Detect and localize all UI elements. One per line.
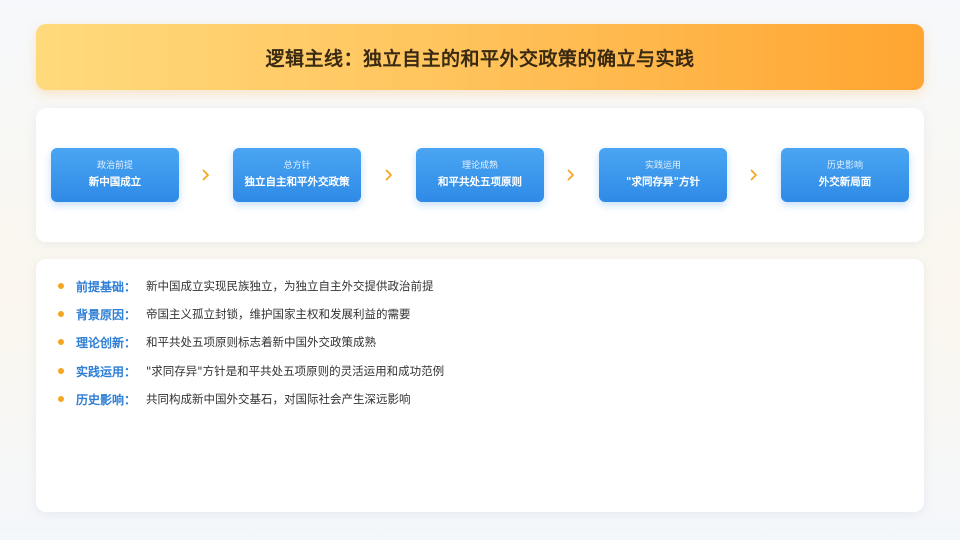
list-item: 理论创新： 和平共处五项原则标志着新中国外交政策成熟 (58, 332, 376, 352)
item-text: "求同存异"方针是和平共处五项原则的灵活运用和成功范例 (146, 364, 445, 378)
flow-card: 政治前提 新中国成立 总方针 独立自主和平外交政策 理论成熟 和平共处五项原则 … (36, 108, 924, 242)
chevron-right-icon (198, 166, 214, 184)
flow-step-historical-impact: 历史影响 外交新局面 (781, 148, 909, 202)
flow-step-theory-maturity: 理论成熟 和平共处五项原则 (416, 148, 544, 202)
bullet-dot-icon (58, 283, 64, 289)
title-banner: 逻辑主线：独立自主的和平外交政策的确立与实践 (36, 24, 924, 90)
list-item: 前提基础： 新中国成立实现民族独立，为独立自主外交提供政治前提 (58, 276, 434, 296)
item-label: 实践运用： (76, 364, 137, 379)
list-item: 背景原因： 帝国主义孤立封锁，维护国家主权和发展利益的需要 (58, 304, 411, 324)
flow-step-value: "求同存异"方针 (626, 176, 700, 188)
flow-step-political-premise: 政治前提 新中国成立 (51, 148, 179, 202)
item-label: 历史影响： (76, 392, 137, 407)
list-item: 历史影响： 共同构成新中国外交基石，对国际社会产生深远影响 (58, 389, 411, 409)
item-label: 理论创新： (76, 335, 137, 350)
flow-step-value: 外交新局面 (818, 176, 872, 188)
chevron-right-icon (563, 166, 579, 184)
item-text: 帝国主义孤立封锁，维护国家主权和发展利益的需要 (146, 307, 411, 321)
flow-step-value: 新中国成立 (88, 176, 142, 188)
flow-step-general-policy: 总方针 独立自主和平外交政策 (233, 148, 361, 202)
item-text: 新中国成立实现民族独立，为独立自主外交提供政治前提 (146, 279, 434, 293)
flow-step-value: 独立自主和平外交政策 (244, 176, 350, 188)
flow-step-label: 理论成熟 (461, 161, 498, 171)
flow-step-label: 实践运用 (644, 161, 681, 171)
flow-step-label: 总方针 (283, 161, 311, 171)
item-label: 背景原因： (76, 307, 137, 322)
chevron-right-icon (381, 166, 397, 184)
item-text: 和平共处五项原则标志着新中国外交政策成熟 (146, 335, 377, 349)
flow-step-label: 政治前提 (96, 161, 133, 171)
bullet-dot-icon (58, 311, 64, 317)
list-item: 实践运用： "求同存异"方针是和平共处五项原则的灵活运用和成功范例 (58, 361, 444, 381)
item-text: 共同构成新中国外交基石，对国际社会产生深远影响 (146, 392, 411, 406)
bullet-dot-icon (58, 396, 64, 402)
flow-step-label: 历史影响 (826, 161, 863, 171)
page-title: 逻辑主线：独立自主的和平外交政策的确立与实践 (265, 47, 695, 70)
item-label: 前提基础： (76, 279, 137, 294)
chevron-right-icon (746, 166, 762, 184)
bullet-dot-icon (58, 368, 64, 374)
flow-step-value: 和平共处五项原则 (438, 176, 522, 188)
bullet-dot-icon (58, 339, 64, 345)
key-points-card: 前提基础： 新中国成立实现民族独立，为独立自主外交提供政治前提 背景原因： 帝国… (36, 259, 924, 512)
flow-step-practice: 实践运用 "求同存异"方针 (599, 148, 727, 202)
